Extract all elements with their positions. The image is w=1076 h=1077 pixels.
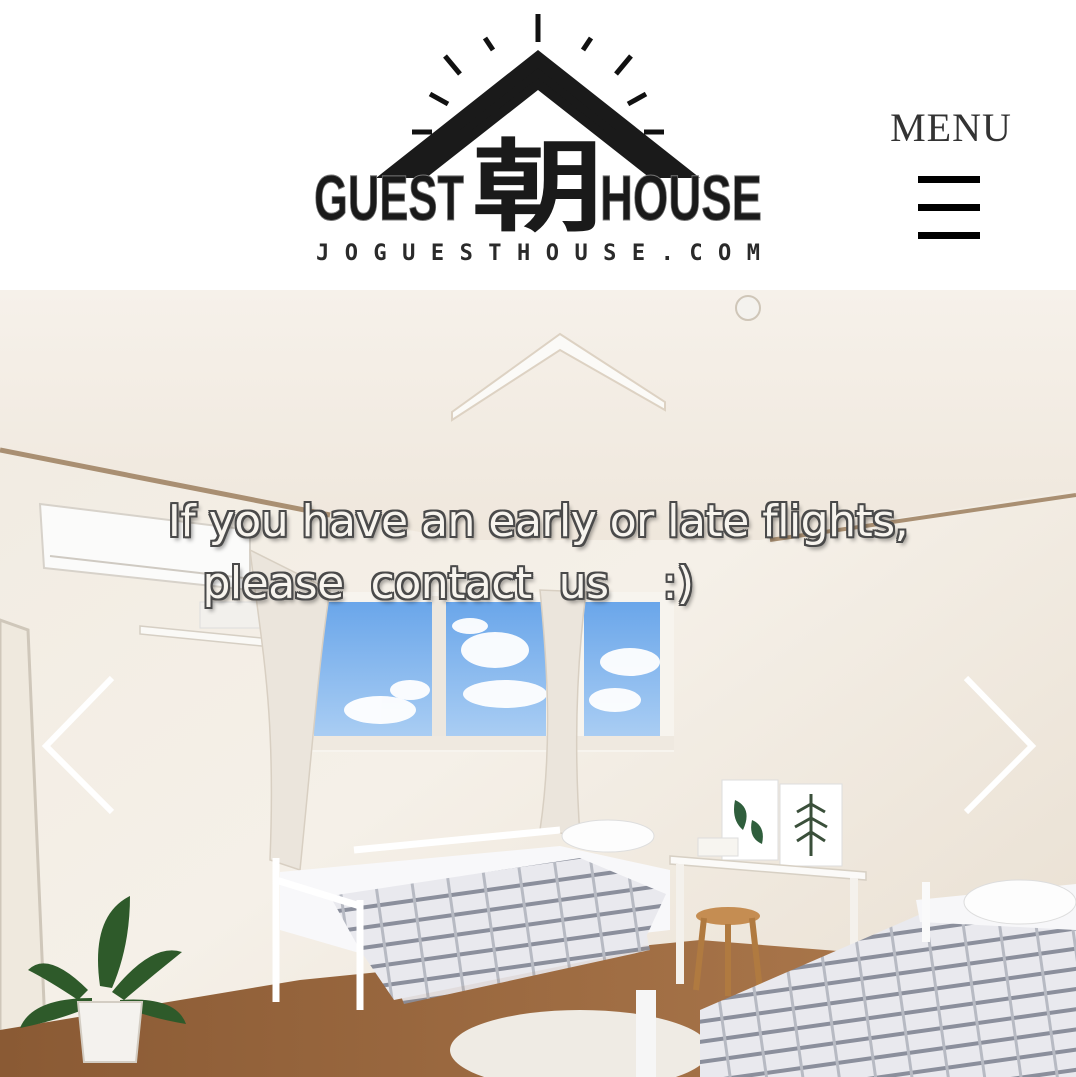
slide-caption-line-2: please contact us :) [202, 558, 694, 609]
logo-glyph: 朝 [472, 129, 604, 246]
previous-slide-button[interactable] [40, 674, 120, 824]
next-slide-button[interactable] [958, 674, 1038, 824]
menu-button[interactable]: MENU [884, 104, 1018, 254]
site-header: GUEST 朝 HOUSE JOGUESTHOUSE.COM MENU [0, 0, 1076, 290]
chevron-left-icon [41, 675, 115, 815]
hamburger-icon [918, 176, 982, 246]
logo-word-left: GUEST [314, 162, 464, 234]
room-photo [0, 290, 1076, 1077]
menu-label: MENU [890, 105, 1012, 150]
logo-word-right: HOUSE [600, 162, 762, 234]
logo-mark: GUEST 朝 HOUSE JOGUESTHOUSE.COM [314, 14, 763, 266]
chevron-right-icon [963, 675, 1037, 815]
site-logo[interactable]: GUEST 朝 HOUSE JOGUESTHOUSE.COM [300, 8, 780, 278]
hero-slideshow: If you have an early or late flights, pl… [0, 290, 1076, 1077]
slide-caption-line-1: If you have an early or late flights, [167, 496, 909, 547]
